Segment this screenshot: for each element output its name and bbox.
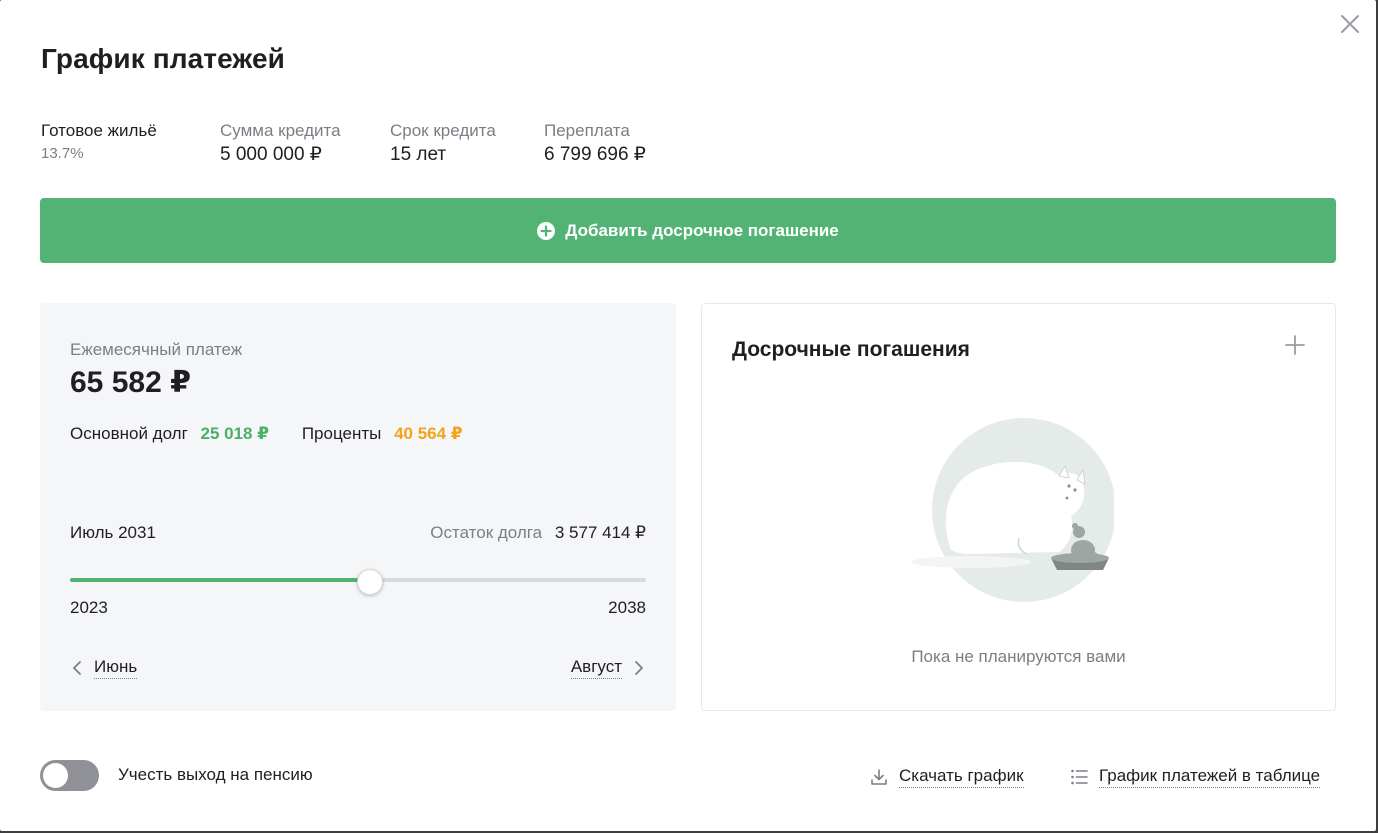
monthly-payment-label: Ежемесячный платеж [70,340,243,359]
loan-amount-label: Сумма кредита [220,121,341,140]
interest-rate: 13.7% [41,145,84,162]
loan-term-value: 15 лет [390,144,447,165]
loan-term-label: Срок кредита [390,121,496,140]
interest-label: Проценты [301,424,382,443]
download-schedule-link[interactable]: Скачать график [869,765,1024,788]
remaining-debt-value: 3 577 414 ₽ [554,523,646,542]
schedule-table-label: График платежей в таблице [1099,765,1321,788]
add-early-repayment-button[interactable]: Добавить досрочное погашение [40,198,1336,263]
chevron-right-icon [635,660,643,675]
principal-value: 25 018 ₽ [200,424,270,443]
overpayment-value: 6 799 696 ₽ [544,144,646,165]
prev-month-button[interactable]: Июнь [70,656,138,679]
timeline-slider[interactable] [70,569,646,595]
monthly-payment-value: 65 582 ₽ [70,366,191,399]
pension-toggle[interactable] [40,760,99,791]
download-icon [871,768,887,785]
early-repayments-title: Досрочные погашения [732,338,970,361]
add-icon[interactable] [1284,334,1306,356]
interest-value: 40 564 ₽ [394,424,463,443]
slider-fill [70,578,371,582]
plus-circle-icon [537,221,556,240]
download-schedule-label: Скачать график [899,765,1024,788]
product-info: Готовое жильё 13.7% [41,120,157,166]
slider-thumb[interactable] [357,569,384,595]
toggle-knob [43,763,68,788]
remaining-debt-label: Остаток долга [430,523,543,542]
overpayment: Переплата 6 799 696 ₽ [544,120,646,168]
prev-month-label: Июнь [94,656,138,679]
selected-month: Июль 2031 [70,523,156,542]
list-icon [1071,769,1088,784]
remaining-debt: Остаток долга 3 577 414 ₽ [430,523,646,543]
next-month-button[interactable]: Август [570,656,646,679]
monthly-payment-card: Ежемесячный платеж 65 582 ₽ Основной дол… [40,303,676,711]
cat-and-mouse-illustration [911,418,1114,602]
loan-term: Срок кредита 15 лет [390,120,496,168]
chevron-left-icon [73,660,81,675]
empty-state-text: Пока не планируются вами [911,647,1126,666]
principal-label: Основной долг [70,424,188,443]
overpayment-label: Переплата [544,121,630,140]
end-year: 2038 [608,598,646,617]
next-month-label: Август [570,656,622,679]
product-name: Готовое жильё [41,121,157,140]
add-early-repayment-label: Добавить досрочное погашение [565,220,839,240]
loan-amount: Сумма кредита 5 000 000 ₽ [220,120,341,168]
modal-title: График платежей [41,43,285,74]
early-repayments-card: Досрочные погашения Пока не планируются … [701,303,1336,711]
loan-amount-value: 5 000 000 ₽ [220,144,322,165]
start-year: 2023 [70,598,108,617]
schedule-table-link[interactable]: График платежей в таблице [1069,765,1321,788]
pension-toggle-label: Учесть выход на пенсию [118,765,313,784]
close-icon[interactable] [1338,12,1362,36]
payment-schedule-modal: График платежей Готовое жильё 13.7% Сумм… [0,0,1376,831]
payment-breakdown: Основной долг 25 018 ₽ Проценты 40 564 ₽ [70,424,463,444]
